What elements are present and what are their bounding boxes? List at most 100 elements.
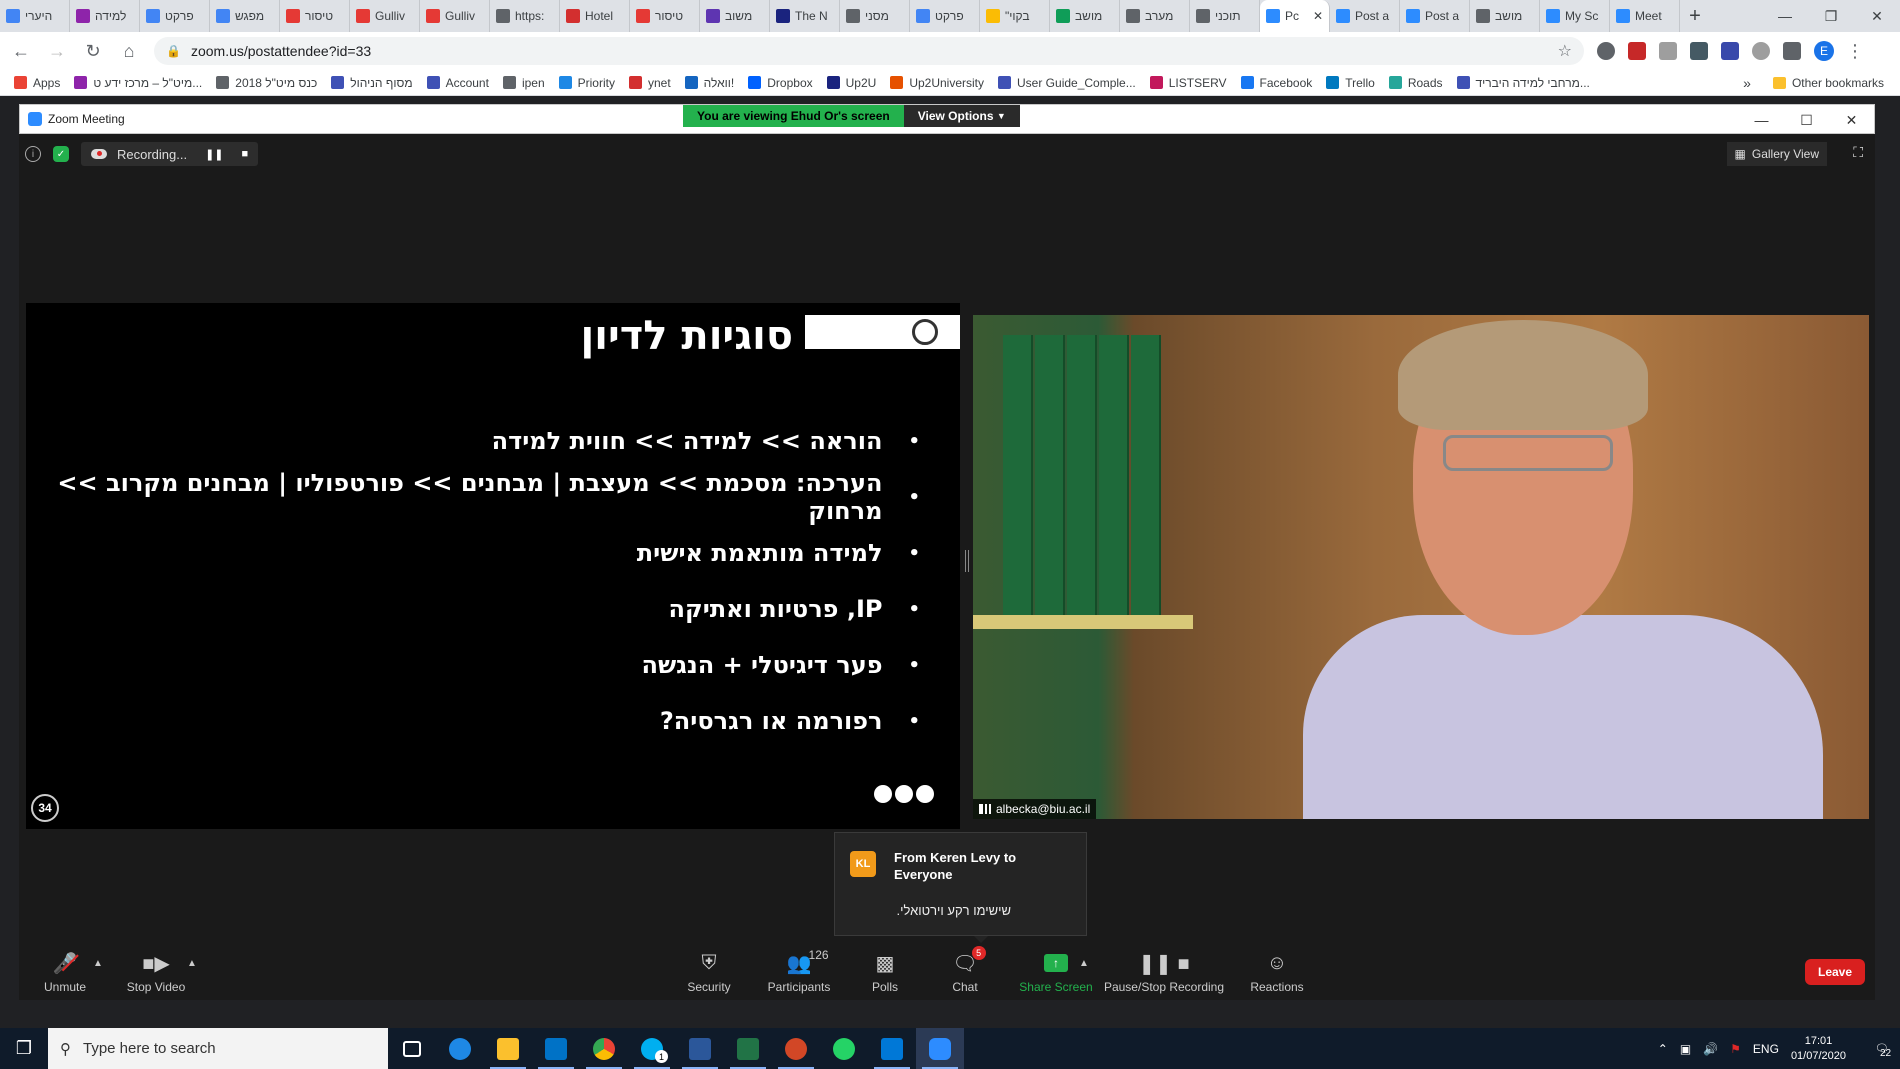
browser-tab[interactable]: טיסור: [630, 0, 700, 32]
reactions-button[interactable]: ☺ Reactions: [1247, 944, 1307, 995]
bookmark-item[interactable]: Priority: [558, 76, 615, 90]
bookmark-item[interactable]: מסוף הניהול: [331, 76, 413, 90]
chat-button[interactable]: 🗨 5 Chat: [945, 944, 986, 994]
bookmark-item[interactable]: Up2U: [826, 76, 876, 90]
browser-tab[interactable]: מושב: [1050, 0, 1120, 32]
browser-tab[interactable]: למידה: [70, 0, 140, 32]
audio-options-caret-icon[interactable]: ▲: [93, 958, 103, 969]
bookmark-item[interactable]: LISTSERV: [1149, 76, 1227, 90]
meeting-info-icon[interactable]: i: [25, 146, 41, 162]
unmute-button[interactable]: 🎤 Unmute: [35, 944, 95, 995]
encryption-shield-icon[interactable]: ✓: [53, 146, 69, 162]
minimize-icon[interactable]: —: [1739, 105, 1784, 135]
outlook-icon[interactable]: [532, 1028, 580, 1069]
leave-button[interactable]: Leave: [1805, 959, 1865, 985]
extension-icon[interactable]: [1690, 42, 1708, 60]
bookmark-item[interactable]: Trello: [1326, 76, 1375, 90]
new-tab-button[interactable]: +: [1680, 0, 1710, 32]
address-bar[interactable]: 🔒 zoom.us/postattendee?id=33 ☆: [154, 37, 1584, 65]
gallery-view-button[interactable]: ▦ Gallery View: [1726, 142, 1827, 166]
puzzle-icon[interactable]: [1783, 42, 1801, 60]
bookmark-item[interactable]: Facebook: [1240, 76, 1312, 90]
bookmark-item[interactable]: Dropbox: [748, 76, 813, 90]
photos-icon[interactable]: [868, 1028, 916, 1069]
extension-icon[interactable]: [1659, 42, 1677, 60]
browser-tab[interactable]: מסני: [840, 0, 910, 32]
close-icon[interactable]: ✕: [1829, 105, 1874, 135]
reload-icon[interactable]: ↻: [78, 36, 108, 66]
maximize-icon[interactable]: ☐: [1784, 105, 1829, 135]
pause-stop-recording-button[interactable]: ❚❚ ■ Pause/Stop Recording: [1103, 944, 1225, 995]
pause-recording-icon[interactable]: ❚❚: [205, 148, 223, 161]
bookmark-item[interactable]: ynet: [628, 76, 671, 90]
network-icon[interactable]: ▣: [1680, 1042, 1691, 1056]
forward-icon[interactable]: →: [42, 36, 72, 66]
flag-icon[interactable]: ⚑: [1730, 1042, 1741, 1056]
taskbar-search-box[interactable]: ⚲ Type here to search: [48, 1028, 388, 1069]
browser-tab[interactable]: Post a: [1330, 0, 1400, 32]
split-divider-handle[interactable]: [965, 550, 969, 572]
browser-tab[interactable]: תוכני: [1190, 0, 1260, 32]
chrome-icon[interactable]: [580, 1028, 628, 1069]
bookmark-item[interactable]: מרחבי למידה היבריד...: [1456, 76, 1590, 90]
bookmark-item[interactable]: וואלה!: [684, 76, 734, 90]
browser-tab[interactable]: Gulliv: [420, 0, 490, 32]
bookmark-item[interactable]: ipen: [502, 76, 545, 90]
bookmark-item[interactable]: Roads: [1388, 76, 1443, 90]
skype-icon[interactable]: 1: [628, 1028, 676, 1069]
bookmark-item[interactable]: כנס מיט"ל 2018: [216, 76, 317, 90]
zoom-taskbar-icon[interactable]: [916, 1028, 964, 1069]
browser-tab[interactable]: מערב: [1120, 0, 1190, 32]
word-icon[interactable]: [676, 1028, 724, 1069]
powerpoint-icon[interactable]: [772, 1028, 820, 1069]
participants-button[interactable]: 👥 126 Participants: [764, 944, 834, 994]
bookmark-item[interactable]: מיט"ל – מרכז ידע ט...: [74, 76, 202, 90]
bookmarks-more-icon[interactable]: »: [1743, 75, 1751, 91]
back-icon[interactable]: ←: [6, 36, 36, 66]
browser-tab[interactable]: Gulliv: [350, 0, 420, 32]
gallery-view-label[interactable]: Gallery View: [1752, 147, 1819, 161]
extension-icon[interactable]: [1597, 42, 1615, 60]
browser-tab[interactable]: מפגש: [210, 0, 280, 32]
extension-icon[interactable]: [1752, 42, 1770, 60]
browser-tab[interactable]: https:: [490, 0, 560, 32]
address-bar-url[interactable]: zoom.us/postattendee?id=33: [191, 43, 1558, 59]
chrome-menu-icon[interactable]: ⋮: [1840, 36, 1870, 66]
bookmark-item[interactable]: Account: [426, 76, 489, 90]
browser-tab[interactable]: Pc ✕: [1260, 0, 1330, 32]
excel-icon[interactable]: [724, 1028, 772, 1069]
video-options-caret-icon[interactable]: ▲: [187, 958, 197, 969]
close-icon[interactable]: ✕: [1854, 0, 1900, 32]
browser-tab[interactable]: פרקט: [140, 0, 210, 32]
extension-icon[interactable]: [1628, 42, 1646, 60]
volume-icon[interactable]: 🔊: [1703, 1042, 1718, 1056]
task-view-icon[interactable]: [388, 1028, 436, 1069]
view-options-button[interactable]: View Options ▼: [903, 105, 1020, 127]
browser-tab[interactable]: "בקוי: [980, 0, 1050, 32]
home-icon[interactable]: ⌂: [114, 36, 144, 66]
security-button[interactable]: ⛨ Security: [684, 944, 734, 995]
tab-close-icon[interactable]: ✕: [1313, 9, 1323, 23]
browser-tab[interactable]: My Sc: [1540, 0, 1610, 32]
input-language[interactable]: ENG: [1753, 1042, 1779, 1056]
bookmark-item[interactable]: Up2University: [890, 76, 984, 90]
restore-icon[interactable]: ❐: [1808, 0, 1854, 32]
extension-icon[interactable]: [1721, 42, 1739, 60]
view-options-label[interactable]: View Options: [918, 109, 994, 123]
profile-avatar[interactable]: E: [1814, 41, 1834, 61]
participant-video[interactable]: albecka@biu.ac.il: [973, 315, 1869, 819]
taskbar-search-placeholder[interactable]: Type here to search: [83, 1040, 216, 1057]
share-options-caret-icon[interactable]: ▲: [1079, 958, 1089, 969]
browser-tab[interactable]: משוב: [700, 0, 770, 32]
stop-video-button[interactable]: ■▶ Stop Video: [121, 944, 191, 995]
stop-recording-icon[interactable]: ■: [242, 148, 249, 160]
fullscreen-icon[interactable]: ⛶: [1853, 144, 1863, 161]
windows-start-icon[interactable]: ❐: [0, 1028, 48, 1069]
polls-button[interactable]: ▩ Polls: [865, 944, 905, 995]
bookmark-item[interactable]: User Guide_Comple...: [998, 76, 1136, 90]
whatsapp-icon[interactable]: [820, 1028, 868, 1069]
other-bookmarks-label[interactable]: Other bookmarks: [1792, 76, 1884, 90]
other-bookmarks[interactable]: » Other bookmarks: [1743, 70, 1884, 96]
minimize-icon[interactable]: —: [1762, 0, 1808, 32]
browser-tab[interactable]: פרקט: [910, 0, 980, 32]
